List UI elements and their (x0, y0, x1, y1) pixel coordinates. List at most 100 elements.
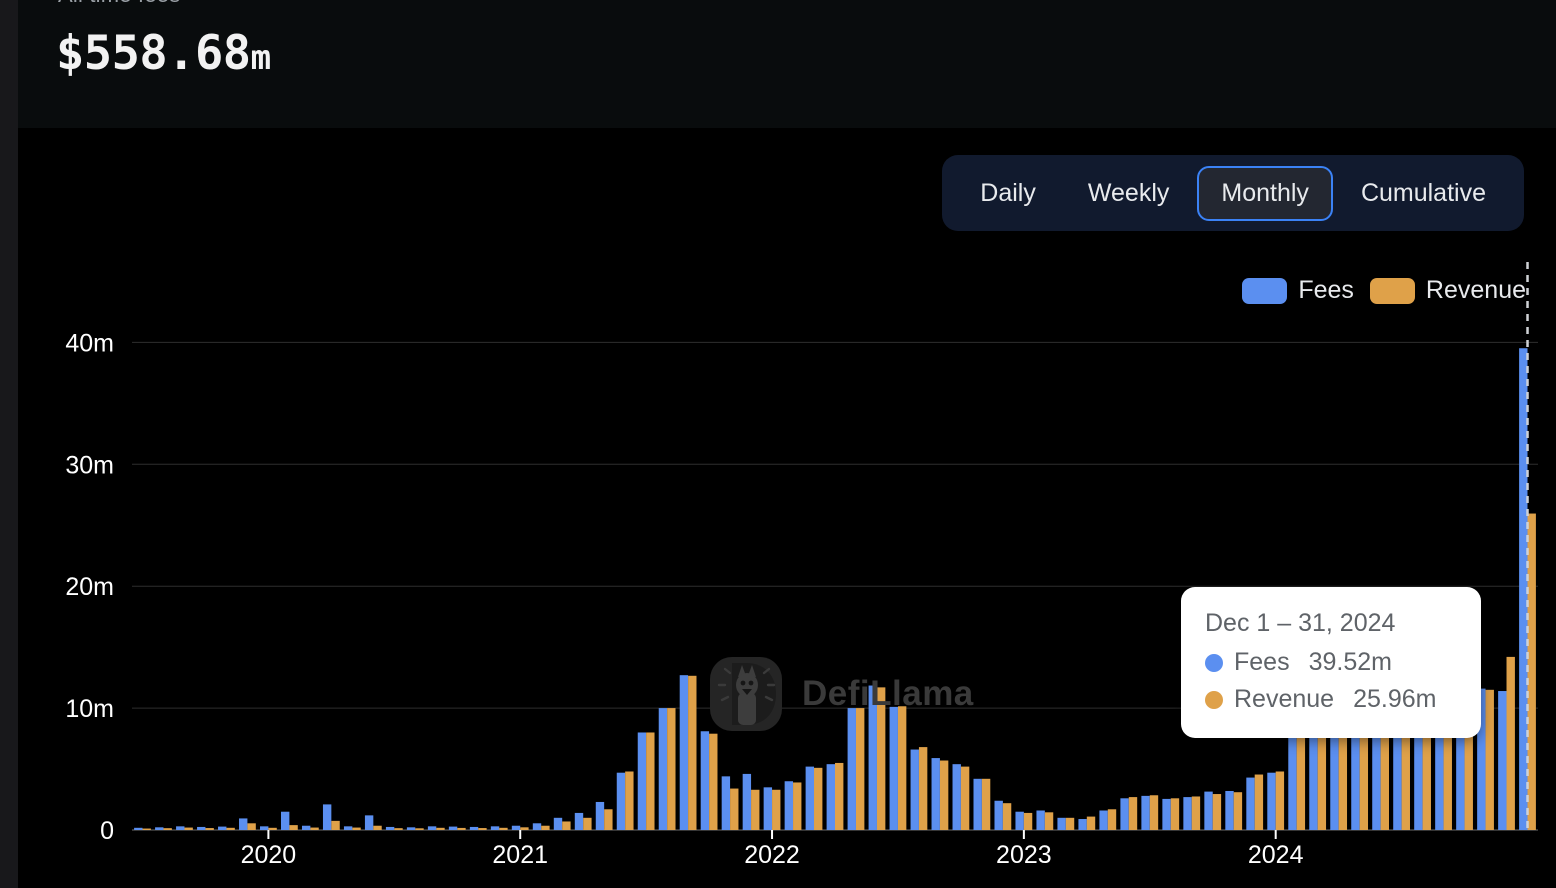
bar-revenue-65[interactable] (1506, 656, 1515, 830)
bar-fees-15[interactable] (448, 826, 458, 830)
bar-fees-7[interactable] (280, 811, 290, 830)
bar-revenue-42[interactable] (1023, 812, 1033, 830)
bar-fees-27[interactable] (700, 731, 710, 830)
bar-revenue-66[interactable] (1527, 513, 1536, 830)
bar-revenue-50[interactable] (1191, 796, 1201, 830)
bar-fees-38[interactable] (931, 758, 940, 830)
bar-fees-16[interactable] (469, 826, 479, 830)
bar-fees-39[interactable] (952, 764, 961, 830)
bar-revenue-3[interactable] (205, 828, 214, 830)
bar-revenue-55[interactable] (1296, 737, 1306, 830)
bar-revenue-18[interactable] (520, 827, 529, 830)
bar-fees-31[interactable] (784, 781, 794, 830)
bar-revenue-53[interactable] (1254, 774, 1264, 830)
bar-fees-33[interactable] (826, 764, 835, 830)
bar-fees-65[interactable] (1498, 691, 1507, 830)
bar-fees-29[interactable] (742, 773, 752, 830)
bar-revenue-7[interactable] (289, 825, 298, 830)
bar-revenue-64[interactable] (1485, 689, 1494, 830)
bar-fees-30[interactable] (763, 787, 773, 830)
bar-revenue-2[interactable] (184, 827, 193, 830)
bar-fees-22[interactable] (595, 801, 605, 830)
bar-revenue-29[interactable] (751, 789, 760, 830)
bar-revenue-12[interactable] (394, 828, 403, 830)
bar-fees-14[interactable] (427, 826, 437, 830)
bar-revenue-37[interactable] (918, 747, 928, 830)
bar-revenue-47[interactable] (1128, 797, 1138, 830)
bar-fees-36[interactable] (889, 706, 898, 830)
bar-fees-19[interactable] (532, 823, 542, 830)
bar-revenue-52[interactable] (1233, 792, 1243, 830)
bar-revenue-32[interactable] (814, 767, 823, 830)
bar-fees-35[interactable] (868, 685, 877, 830)
bar-fees-18[interactable] (511, 825, 521, 830)
bar-fees-32[interactable] (805, 766, 815, 830)
bar-revenue-39[interactable] (960, 766, 970, 830)
bar-fees-51[interactable] (1204, 791, 1213, 830)
bar-fees-42[interactable] (1015, 811, 1024, 830)
bar-revenue-40[interactable] (981, 778, 991, 830)
bar-chart-plot[interactable]: 0 10m 20m 30m 40m 2020 2021 2022 2023 2024 (18, 128, 1556, 888)
bar-fees-40[interactable] (973, 778, 982, 830)
bar-fees-34[interactable] (847, 708, 856, 830)
bar-fees-0[interactable] (134, 827, 143, 830)
bar-fees-21[interactable] (574, 812, 584, 830)
bar-revenue-46[interactable] (1107, 809, 1117, 830)
bar-revenue-45[interactable] (1086, 816, 1096, 830)
bar-revenue-33[interactable] (835, 762, 844, 830)
bar-fees-10[interactable] (343, 826, 353, 830)
bar-fees-17[interactable] (490, 826, 500, 830)
bar-revenue-51[interactable] (1212, 794, 1222, 830)
bar-revenue-44[interactable] (1065, 817, 1075, 830)
bar-revenue-8[interactable] (310, 827, 319, 830)
bar-revenue-38[interactable] (939, 760, 949, 830)
bar-revenue-36[interactable] (897, 706, 907, 830)
bar-revenue-54[interactable] (1275, 771, 1285, 830)
bar-fees-47[interactable] (1120, 798, 1129, 830)
bar-revenue-17[interactable] (499, 827, 508, 830)
bar-revenue-43[interactable] (1044, 812, 1054, 830)
bar-fees-20[interactable] (553, 817, 563, 830)
bar-revenue-30[interactable] (772, 789, 781, 830)
bar-revenue-14[interactable] (436, 827, 445, 830)
bar-fees-1[interactable] (155, 827, 164, 830)
bar-fees-37[interactable] (910, 749, 919, 830)
bar-fees-55[interactable] (1288, 733, 1297, 830)
bar-revenue-10[interactable] (352, 827, 361, 830)
bar-revenue-26[interactable] (688, 675, 697, 830)
bar-revenue-28[interactable] (730, 788, 739, 830)
bar-fees-49[interactable] (1162, 798, 1171, 830)
bar-fees-25[interactable] (658, 708, 668, 830)
bar-fees-45[interactable] (1078, 819, 1087, 830)
bar-fees-52[interactable] (1225, 790, 1234, 830)
bar-fees-50[interactable] (1183, 797, 1192, 830)
bar-revenue-35[interactable] (876, 687, 886, 830)
bar-revenue-22[interactable] (604, 809, 613, 830)
bar-fees-12[interactable] (385, 826, 395, 830)
bar-fees-6[interactable] (260, 826, 269, 830)
bar-revenue-49[interactable] (1170, 798, 1180, 830)
bar-revenue-27[interactable] (709, 733, 718, 830)
bar-revenue-23[interactable] (625, 771, 634, 830)
bar-fees-53[interactable] (1246, 777, 1255, 830)
bar-fees-11[interactable] (364, 815, 374, 830)
bar-revenue-34[interactable] (855, 708, 865, 830)
bar-fees-5[interactable] (239, 818, 248, 830)
bar-revenue-9[interactable] (331, 820, 340, 830)
bar-revenue-19[interactable] (541, 825, 550, 830)
bar-revenue-24[interactable] (646, 732, 655, 830)
bar-fees-3[interactable] (197, 826, 206, 830)
bar-fees-26[interactable] (679, 675, 689, 830)
bar-revenue-21[interactable] (583, 817, 592, 830)
bar-fees-9[interactable] (322, 804, 332, 830)
bar-revenue-4[interactable] (226, 827, 235, 830)
bar-fees-54[interactable] (1267, 772, 1276, 830)
bar-fees-48[interactable] (1141, 795, 1150, 830)
bar-revenue-1[interactable] (163, 828, 172, 830)
bar-revenue-16[interactable] (478, 828, 487, 830)
bar-fees-46[interactable] (1099, 810, 1108, 831)
bar-revenue-31[interactable] (793, 782, 802, 830)
bar-revenue-11[interactable] (373, 825, 382, 830)
bar-fees-24[interactable] (637, 732, 647, 830)
bar-fees-43[interactable] (1036, 810, 1045, 831)
